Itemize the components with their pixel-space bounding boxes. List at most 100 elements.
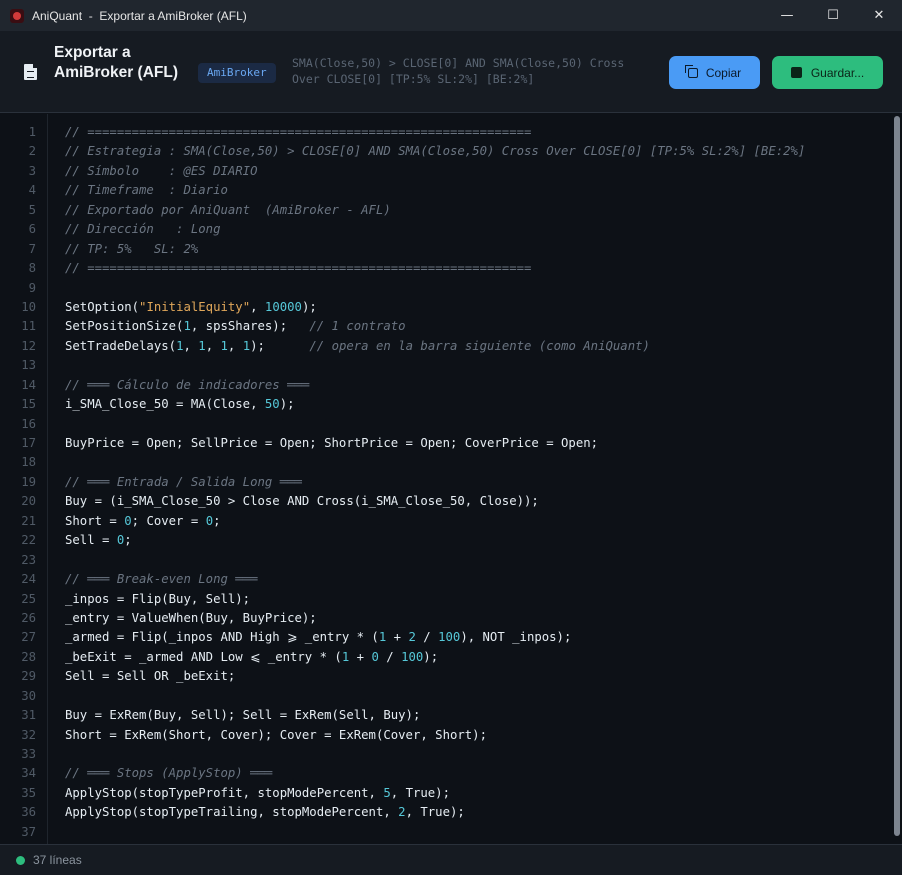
line-number: 25 bbox=[21, 591, 36, 606]
code-line: 5 // Exportado por AniQuant (AmiBroker - … bbox=[0, 201, 890, 220]
line-number: 10 bbox=[21, 299, 36, 314]
code-token: / bbox=[415, 630, 439, 645]
line-number: 1 bbox=[28, 125, 36, 139]
code-text: BuyPrice = Open; SellPrice = Open; Short… bbox=[65, 434, 598, 453]
window-app-name: AniQuant bbox=[32, 8, 83, 23]
code-token: 0 bbox=[124, 513, 132, 528]
window-controls: — ☐ ✕ bbox=[764, 0, 902, 31]
code-text: _armed = Flip(_inpos AND High ⩾ _entry *… bbox=[65, 628, 571, 647]
code-token: _beExit = _armed AND Low ⩽ _entry * ( bbox=[65, 649, 342, 664]
line-number: 21 bbox=[21, 513, 36, 528]
window-title-separator: - bbox=[88, 8, 93, 23]
code-token: 100 bbox=[401, 649, 424, 664]
maximize-button[interactable]: ☐ bbox=[810, 0, 856, 31]
code-text: SetPositionSize(1, spsShares); // 1 cont… bbox=[65, 317, 406, 336]
line-number: 16 bbox=[21, 416, 36, 431]
save-button[interactable]: Guardar... bbox=[772, 56, 883, 89]
code-token: // ═══ Break-even Long ═══ bbox=[65, 572, 258, 587]
code-token: 50 bbox=[264, 397, 280, 412]
code-token: / bbox=[378, 649, 402, 664]
line-number: 8 bbox=[28, 261, 36, 276]
line-number: 32 bbox=[21, 727, 36, 742]
code-text: // Timeframe : Diario bbox=[65, 181, 228, 200]
code-token: , True); bbox=[405, 805, 465, 820]
code-line: 24 // ═══ Break-even Long ═══ bbox=[0, 570, 890, 589]
line-count: 37 líneas bbox=[33, 853, 82, 867]
code-token: SetTradeDelays( bbox=[65, 338, 177, 353]
editor-scrollbar[interactable] bbox=[894, 116, 900, 836]
line-number: 35 bbox=[21, 785, 36, 800]
line-number: 6 bbox=[28, 222, 36, 237]
code-token: , bbox=[250, 299, 265, 314]
code-token: _entry = ValueWhen(Buy, BuyPrice); bbox=[65, 610, 317, 625]
code-token: 1 bbox=[220, 338, 228, 353]
line-number: 3 bbox=[28, 163, 36, 178]
app-logo-icon bbox=[10, 8, 24, 23]
code-token: 1 bbox=[183, 319, 191, 334]
code-token: , bbox=[183, 338, 199, 353]
line-number: 28 bbox=[21, 649, 36, 664]
code-line: 28 _beExit = _armed AND Low ⩽ _entry * ( 1… bbox=[0, 648, 890, 667]
minimize-button[interactable]: — bbox=[764, 0, 810, 31]
code-text: // Exportado por AniQuant (AmiBroker - A… bbox=[65, 201, 391, 220]
code-line: 15 i_SMA_Close_50 = MA(Close, 50); bbox=[0, 395, 890, 414]
code-line: 35 ApplyStop(stopTypeProfit, stopModePerc… bbox=[0, 784, 890, 803]
code-line: 32 Short = ExRem(Short, Cover); Cover = E… bbox=[0, 726, 890, 745]
code-line: 7 // TP: 5% SL: 2% bbox=[0, 240, 890, 259]
code-token: ; bbox=[124, 533, 132, 548]
code-line: 16 bbox=[0, 415, 890, 434]
code-line: 3 // Símbolo : @ES DIARIO bbox=[0, 162, 890, 181]
code-token: i_SMA_Close_50 = MA(Close, bbox=[65, 397, 265, 412]
code-token: // Estrategia : SMA(Close,50) > CLOSE[0]… bbox=[65, 144, 806, 159]
code-token: ); bbox=[423, 649, 439, 664]
code-token: _armed = Flip(_inpos AND High ⩾ _entry *… bbox=[65, 630, 379, 645]
code-token: // Símbolo : @ES DIARIO bbox=[65, 163, 258, 178]
code-text: Sell = Sell OR _beExit; bbox=[65, 667, 235, 686]
code-token: Buy = ExRem(Buy, Sell); Sell = ExRem(Sel… bbox=[65, 708, 421, 723]
save-icon bbox=[790, 67, 802, 78]
code-token: ApplyStop(stopTypeProfit, stopModePercen… bbox=[65, 785, 384, 800]
code-token: ); bbox=[279, 397, 295, 412]
code-line: 26 _entry = ValueWhen(Buy, BuyPrice); bbox=[0, 609, 890, 628]
code-line: 1 // ====================================… bbox=[0, 123, 890, 142]
line-number: 31 bbox=[21, 708, 36, 723]
code-token: SetPositionSize( bbox=[65, 319, 184, 334]
code-token: // 1 contrato bbox=[309, 319, 406, 334]
code-token: // ═══ Stops (ApplyStop) ═══ bbox=[65, 766, 273, 781]
code-token: ); bbox=[250, 338, 310, 353]
code-token: BuyPrice = Open; SellPrice = Open; Short… bbox=[65, 436, 599, 450]
copy-button[interactable]: Copiar bbox=[669, 56, 760, 89]
dialog-title: Exportar a AmiBroker (AFL) bbox=[54, 44, 179, 81]
code-token: ; Cover = bbox=[131, 513, 206, 528]
code-line: 9 bbox=[0, 279, 890, 298]
code-token: 0 bbox=[371, 649, 379, 664]
code-token: // =====================================… bbox=[65, 125, 532, 139]
window-title-text: Exportar a AmiBroker (AFL) bbox=[99, 8, 247, 23]
code-text: // =====================================… bbox=[65, 259, 531, 278]
document-icon bbox=[24, 64, 37, 80]
dialog-header: Exportar a AmiBroker (AFL) AmiBroker SMA… bbox=[0, 31, 902, 113]
line-number: 9 bbox=[28, 280, 36, 295]
code-text: // Símbolo : @ES DIARIO bbox=[65, 162, 258, 181]
code-text: Short = 0; Cover = 0; bbox=[65, 512, 221, 531]
code-editor[interactable]: 1 // ====================================… bbox=[0, 114, 902, 844]
code-line: 21 Short = 0; Cover = 0; bbox=[0, 512, 890, 531]
code-line: 22 Sell = 0; bbox=[0, 531, 890, 550]
code-token: , True); bbox=[390, 785, 450, 800]
code-text: // ═══ Cálculo de indicadores ═══ bbox=[65, 376, 309, 395]
code-token: "InitialEquity" bbox=[139, 299, 251, 314]
line-number: 11 bbox=[21, 319, 36, 334]
code-line: 37 bbox=[0, 823, 890, 842]
copy-button-label: Copiar bbox=[705, 65, 742, 80]
code-token: , spsShares); bbox=[190, 319, 310, 334]
code-text: // =====================================… bbox=[65, 123, 531, 142]
code-token: 1 bbox=[198, 338, 206, 353]
code-token: + bbox=[386, 630, 409, 645]
code-text: // Dirección : Long bbox=[65, 220, 220, 239]
line-number: 2 bbox=[28, 144, 36, 159]
code-text: // TP: 5% SL: 2% bbox=[65, 240, 198, 259]
code-text: _entry = ValueWhen(Buy, BuyPrice); bbox=[65, 609, 317, 628]
code-token: Sell = Sell OR _beExit; bbox=[65, 669, 236, 684]
code-text: // ═══ Entrada / Salida Long ═══ bbox=[65, 473, 302, 492]
close-window-button[interactable]: ✕ bbox=[856, 0, 902, 31]
